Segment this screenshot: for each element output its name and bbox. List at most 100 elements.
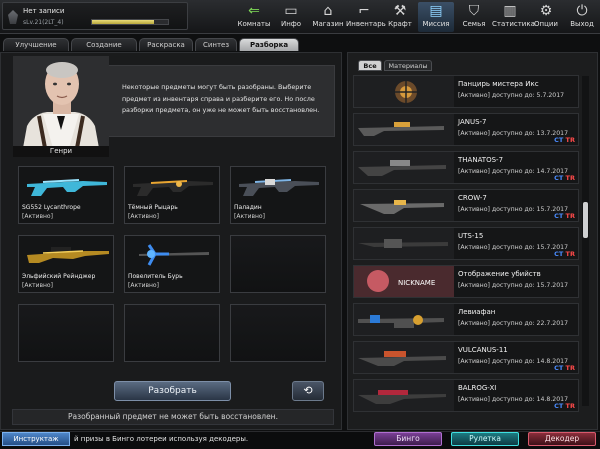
slot-item-status: [Активно] <box>128 213 159 220</box>
hammer-icon: ⚒ <box>393 3 407 19</box>
item-thumbnail <box>354 114 454 145</box>
slot-item-name: SG552 Lycanthrope <box>22 204 81 211</box>
item-name: CROW-7 <box>458 194 487 202</box>
scrollbar-thumb[interactable] <box>583 202 588 238</box>
tab-materials[interactable]: Материалы <box>384 60 432 71</box>
rifle-image <box>239 179 319 196</box>
item-expiry: [Активно] доступно до: 14.7.2017 <box>458 168 569 175</box>
nickname-badge: NICKNAME <box>398 279 435 287</box>
inventory-item[interactable]: CROW-7 [Активно] доступно до: 15.7.2017 CT… <box>353 189 579 222</box>
item-expiry: [Активно] доступно до: 15.7.2017 <box>458 244 569 251</box>
item-thumbnail <box>354 152 454 183</box>
nav-mission-button[interactable]: ▤ Миссия <box>418 2 454 32</box>
disassemble-slot[interactable]: Повелитель Бурь [Активно] <box>124 235 220 293</box>
slot-item-status: [Активно] <box>22 213 53 220</box>
inventory-item[interactable]: UTS-15 [Активно] доступно до: 15.7.2017 CT… <box>353 227 579 260</box>
ct-label: CT <box>554 250 564 258</box>
nav-label: Инфо <box>280 20 302 28</box>
empty-slot[interactable] <box>230 235 326 293</box>
profile-panel[interactable]: Нет записи ꜱLv.21(2LT_4) <box>2 2 188 30</box>
slot-item-name: Эльфийский Рейнджер <box>22 273 96 280</box>
ct-label: CT <box>554 174 564 182</box>
nav-label: Опции <box>534 20 558 28</box>
tr-label: TR <box>565 136 575 144</box>
ct-tr-badge: CT TR <box>554 174 575 182</box>
tab-paint[interactable]: Раскраска <box>139 38 193 51</box>
disassemble-slot[interactable]: Паладин [Активно] <box>230 166 326 224</box>
refresh-icon: ⟲ <box>303 384 313 397</box>
nav-label: Миссия <box>422 20 450 28</box>
nav-stats-button[interactable]: ▥ Статистика <box>492 2 535 32</box>
nav-craft-button[interactable]: ⚒ Крафт <box>382 2 418 32</box>
item-thumbnail <box>354 304 454 335</box>
refresh-button[interactable]: ⟲ <box>292 381 324 401</box>
ct-label: CT <box>554 402 564 410</box>
item-name: THANATOS-7 <box>458 156 504 164</box>
npc-portrait <box>13 56 109 148</box>
nav-options-button[interactable]: ⚙ Опции <box>528 2 564 32</box>
slot-item-status: [Активно] <box>128 282 159 289</box>
nav-rooms-button[interactable]: ⇐ Комнаты <box>236 2 272 32</box>
instructor-button[interactable]: Инструктаж <box>2 432 70 446</box>
disassemble-slot[interactable]: SG552 Lycanthrope [Активно] <box>18 166 114 224</box>
inventory-item[interactable]: JANUS-7 [Активно] доступно до: 13.7.2017 C… <box>353 113 579 146</box>
nav-family-button[interactable]: ⛉ Семья <box>456 2 492 32</box>
item-thumbnail <box>354 228 454 259</box>
tab-upgrade[interactable]: Улучшение <box>3 38 69 51</box>
roulette-button[interactable]: Рулетка <box>451 432 519 446</box>
inventory-item[interactable]: Панцирь мистера Икс [Активно] доступно до… <box>353 75 579 108</box>
empty-slot[interactable] <box>230 304 326 362</box>
disassemble-slot[interactable]: Эльфийский Рейнджер [Активно] <box>18 235 114 293</box>
ct-tr-badge: CT TR <box>554 212 575 220</box>
xp-bar <box>91 19 169 25</box>
tr-label: TR <box>565 174 575 182</box>
item-expiry: [Активно] доступно до: 22.7.2017 <box>458 320 569 327</box>
disassemble-slot[interactable]: Тёмный Рыцарь [Активно] <box>124 166 220 224</box>
inventory-item[interactable]: THANATOS-7 [Активно] доступно до: 14.7.20… <box>353 151 579 184</box>
inventory-scrollbar[interactable] <box>582 76 589 406</box>
slot-item-status: [Активно] <box>22 282 53 289</box>
nav-inventory-button[interactable]: ⌐ Инвентарь <box>346 2 386 32</box>
empty-slot[interactable] <box>18 304 114 362</box>
item-name: Панцирь мистера Икс <box>458 80 539 88</box>
nav-info-button[interactable]: ▭ Инфо <box>273 2 309 32</box>
inventory-item[interactable]: NICKNAME Отображение убийств [Активно] дос… <box>353 265 579 298</box>
nav-shop-button[interactable]: ⌂ Магазин <box>310 2 346 32</box>
disassemble-button[interactable]: Разобрать <box>114 381 231 401</box>
slot-item-name: Паладин <box>234 204 262 211</box>
tab-create[interactable]: Создание <box>71 38 137 51</box>
nav-label: Выход <box>570 20 594 28</box>
tr-label: TR <box>565 364 575 372</box>
ct-label: CT <box>554 212 564 220</box>
rifle-image <box>27 179 107 196</box>
tab-all[interactable]: Все <box>358 60 382 71</box>
npc-description: Некоторые предметы могут быть разобраны.… <box>122 83 320 114</box>
item-name: VULCANUS-11 <box>458 346 508 354</box>
ct-tr-badge: CT TR <box>554 136 575 144</box>
tr-label: TR <box>565 212 575 220</box>
item-expiry: [Активно] доступно до: 14.8.2017 <box>458 358 569 365</box>
decoder-button[interactable]: Декодер <box>528 432 596 446</box>
tab-disassemble[interactable]: Разборка <box>239 38 299 51</box>
item-thumbnail: NICKNAME <box>354 266 454 297</box>
top-bar: Нет записи ꜱLv.21(2LT_4) ⇐ Комнаты ▭ Инф… <box>0 0 600 34</box>
empty-slot[interactable] <box>124 304 220 362</box>
item-expiry: [Активно] доступно до: 14.8.2017 <box>458 396 569 403</box>
inventory-item[interactable]: BALROG-XI [Активно] доступно до: 14.8.201… <box>353 379 579 412</box>
tab-synthesis[interactable]: Синтез <box>195 38 237 51</box>
bingo-button[interactable]: Бинго <box>374 432 442 446</box>
inventory-item[interactable]: Левиафан [Активно] доступно до: 22.7.2017 <box>353 303 579 336</box>
profile-level: ꜱLv.21(2LT_4) <box>23 19 64 26</box>
ct-label: CT <box>554 364 564 372</box>
back-arrow-icon: ⇐ <box>248 3 260 19</box>
nav-exit-button[interactable]: ⏻ Выход <box>564 2 600 32</box>
clan-icon: ⛉ <box>468 3 480 19</box>
nav-label: Семья <box>462 20 486 28</box>
rifle-image <box>139 244 209 266</box>
rifle-icon: ⌐ <box>358 3 370 19</box>
inventory-item[interactable]: VULCANUS-11 [Активно] доступно до: 14.8.2… <box>353 341 579 374</box>
item-name: Левиафан <box>458 308 496 316</box>
tr-label: TR <box>565 402 575 410</box>
item-thumbnail <box>354 76 454 107</box>
warning-text: Разобранный предмет не может быть восста… <box>12 409 334 425</box>
